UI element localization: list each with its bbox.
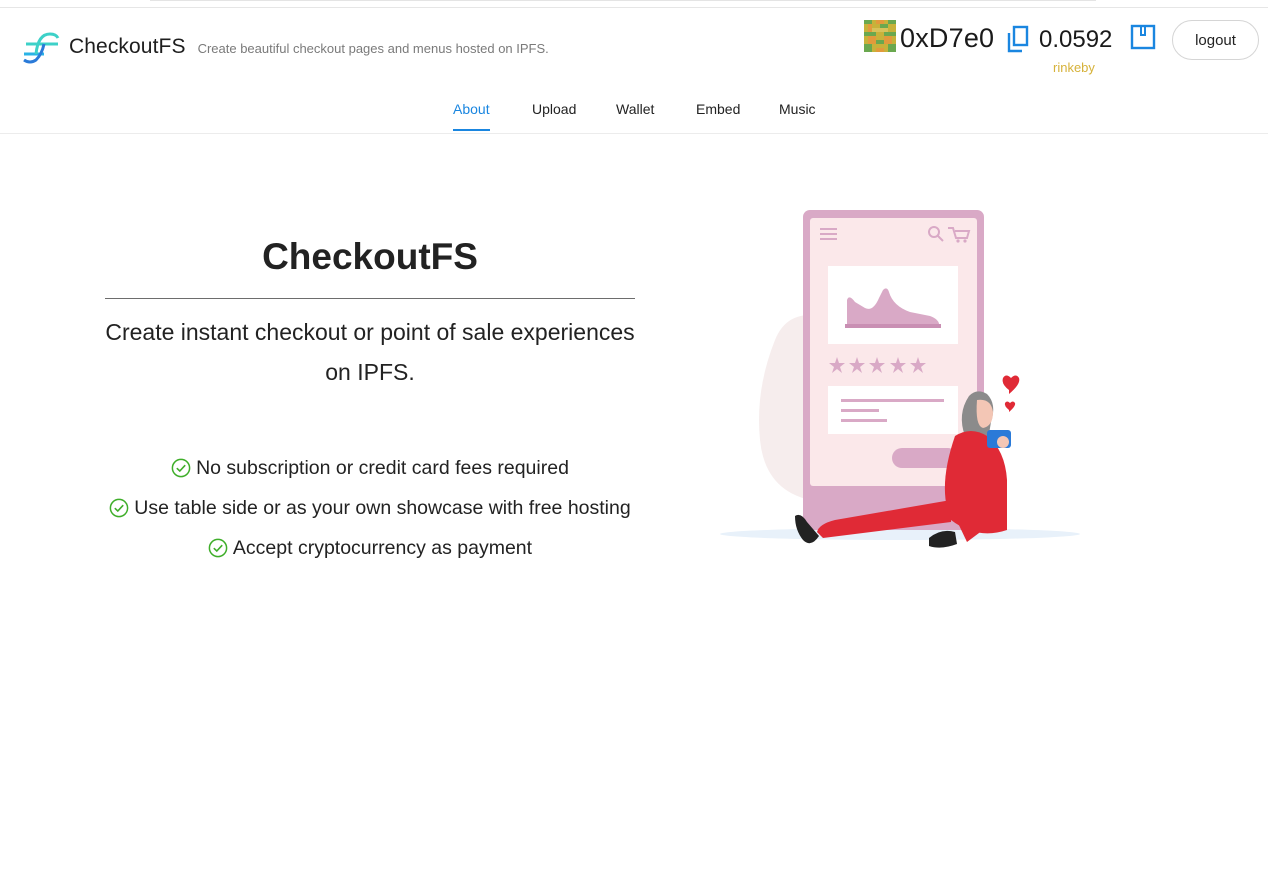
feature-text: Accept cryptocurrency as payment xyxy=(232,536,533,559)
wallet-icon[interactable] xyxy=(1130,24,1156,52)
browser-top-edge xyxy=(0,0,1268,8)
wallet-balance: 0.0592 xyxy=(1039,26,1113,53)
feature-text: Use table side or as your own showcase w… xyxy=(134,496,631,519)
check-circle-icon xyxy=(208,538,228,558)
feature-list: No subscription or credit card fees requ… xyxy=(60,448,680,568)
menu-icon xyxy=(820,228,837,240)
copy-icon[interactable] xyxy=(1006,25,1030,53)
tab-upload[interactable]: Upload xyxy=(532,101,576,129)
check-circle-icon xyxy=(171,458,191,478)
network-label: rinkeby xyxy=(1053,60,1095,75)
app-tagline: Create beautiful checkout pages and menu… xyxy=(197,41,549,56)
shopping-phone-illustration xyxy=(720,210,1080,548)
feature-item: Accept cryptocurrency as payment xyxy=(60,528,680,568)
main-tabs: About Upload Wallet Embed Music xyxy=(0,92,1268,134)
hero-title: CheckoutFS xyxy=(262,236,478,277)
identicon-avatar xyxy=(864,20,896,52)
brand[interactable]: CheckoutFS Create beautiful checkout pag… xyxy=(22,30,549,64)
tab-music[interactable]: Music xyxy=(779,101,816,129)
check-circle-icon xyxy=(109,498,129,518)
feature-item: No subscription or credit card fees requ… xyxy=(60,448,680,488)
hero-divider xyxy=(105,298,635,299)
wallet-address[interactable]: 0xD7e0 xyxy=(900,23,994,54)
feature-item: Use table side or as your own showcase w… xyxy=(60,488,680,528)
tab-about[interactable]: About xyxy=(453,101,490,131)
hero-subtitle: Create instant checkout or point of sale… xyxy=(105,319,635,385)
app-name: CheckoutFS xyxy=(69,35,186,58)
logout-button[interactable]: logout xyxy=(1172,20,1259,60)
checkoutfs-logo-icon xyxy=(23,32,60,64)
app-header: CheckoutFS Create beautiful checkout pag… xyxy=(0,8,1268,134)
tab-wallet[interactable]: Wallet xyxy=(616,101,654,129)
tab-embed[interactable]: Embed xyxy=(696,101,740,129)
feature-text: No subscription or credit card fees requ… xyxy=(196,456,569,479)
